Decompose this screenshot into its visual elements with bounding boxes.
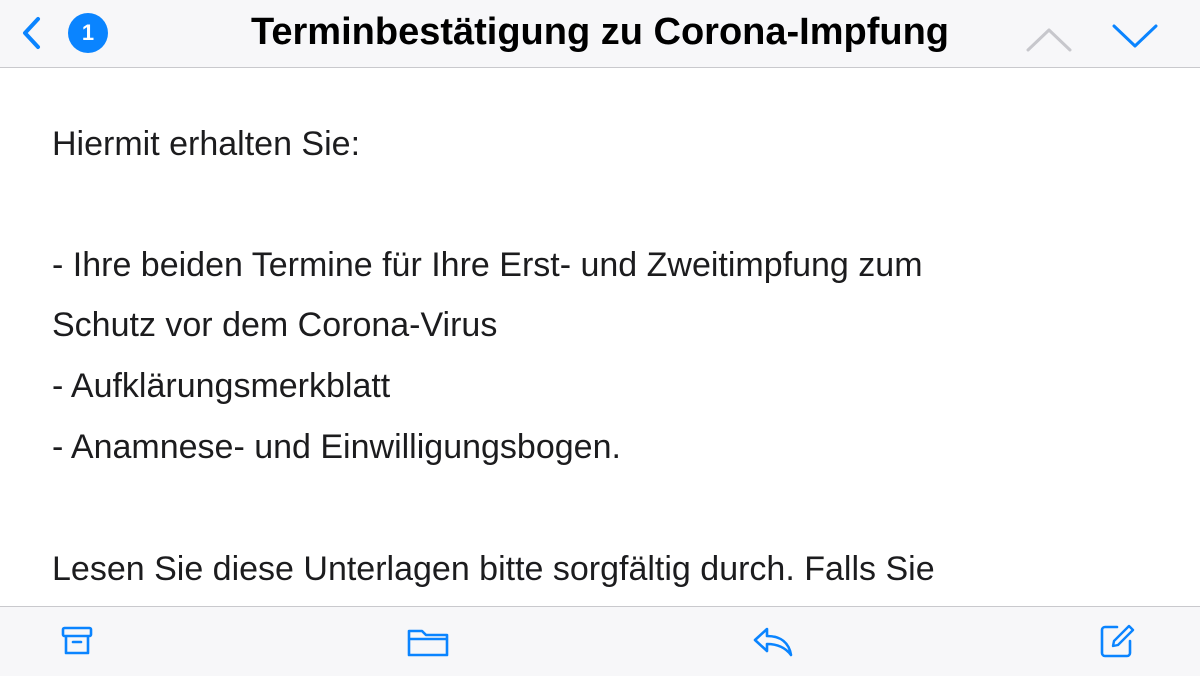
archive-button[interactable] <box>53 617 101 665</box>
move-to-folder-button[interactable] <box>404 617 452 665</box>
message-body: Hiermit erhalten Sie: - Ihre beiden Term… <box>0 68 1200 606</box>
bottom-toolbar <box>0 606 1200 676</box>
page-title: Terminbestätigung zu Corona-Impfung <box>250 11 950 53</box>
message-line: Hiermit erhalten Sie: <box>52 125 361 163</box>
back-button[interactable]: 1 <box>18 10 118 56</box>
archive-icon <box>61 626 93 655</box>
chevron-left-icon <box>23 17 40 49</box>
compose-button[interactable] <box>1093 617 1141 665</box>
unread-count-badge: 1 <box>68 13 108 53</box>
folder-icon <box>407 629 449 657</box>
reply-button[interactable] <box>749 617 797 665</box>
reply-icon <box>753 627 793 657</box>
navigation-bar: 1 Terminbestätigung zu Corona-Impfung <box>0 0 1200 68</box>
message-line: Schutz vor dem Corona-Virus <box>52 306 498 344</box>
message-line: Lesen Sie diese Unterlagen bitte sorgfäl… <box>52 550 935 588</box>
message-line: - Aufklärungsmerkblatt <box>52 367 391 405</box>
message-line: - Ihre beiden Termine für Ihre Erst- und… <box>52 246 923 284</box>
message-line: - Anamnese- und Einwilligungsbogen. <box>52 428 621 466</box>
chevron-up-icon[interactable] <box>1022 22 1076 58</box>
chevron-down-icon[interactable] <box>1108 18 1162 54</box>
compose-icon <box>1100 624 1135 658</box>
